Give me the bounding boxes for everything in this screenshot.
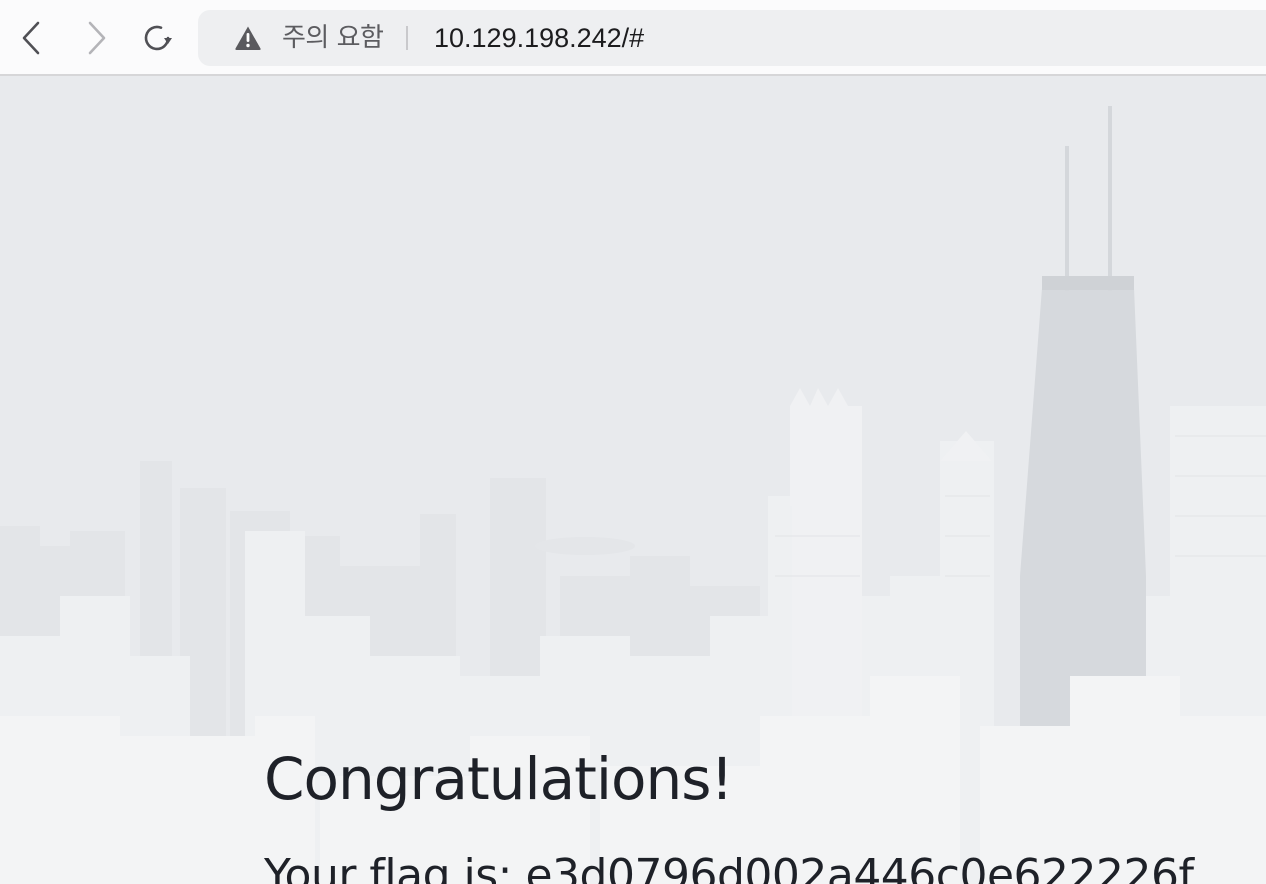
back-button[interactable] [12, 18, 52, 58]
reload-icon [144, 25, 172, 51]
address-bar[interactable]: 주의 요함 10.129.198.242/# [198, 10, 1266, 66]
warning-triangle-icon[interactable] [234, 24, 262, 52]
chevron-left-icon [22, 21, 40, 55]
browser-toolbar: 주의 요함 10.129.198.242/# [0, 0, 1266, 76]
reload-button[interactable] [138, 18, 178, 58]
security-warning-label[interactable]: 주의 요함 [282, 22, 384, 54]
page-content: Congratulations! Your flag is: e3d0796d0… [0, 76, 1266, 884]
forward-button[interactable] [76, 18, 116, 58]
page-headline: Congratulations! [264, 745, 734, 813]
chevron-right-icon [88, 21, 106, 55]
flag-text: Your flag is: e3d0796d002a446c0e622226f [264, 850, 1194, 884]
url-text[interactable]: 10.129.198.242/# [434, 22, 644, 54]
address-divider [406, 26, 408, 50]
